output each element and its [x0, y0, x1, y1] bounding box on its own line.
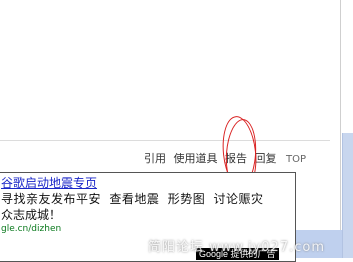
- quote-link[interactable]: 引用: [144, 150, 166, 166]
- ad-desc-item: 形势图: [167, 192, 206, 206]
- ad-desc-item: 讨论赈灾: [213, 192, 264, 206]
- ad-desc-item: 寻找亲友发布平安: [1, 192, 102, 206]
- post-divider: [0, 140, 330, 141]
- ad-desc-item: 查看地震: [109, 192, 160, 206]
- top-link[interactable]: TOP: [286, 154, 306, 165]
- watermark: 简阳论坛 www.jy027.com: [148, 240, 325, 255]
- ad-title-link[interactable]: 谷歌启动地震专页: [1, 174, 97, 191]
- scrollbar-thumb[interactable]: [342, 133, 353, 258]
- ad-url[interactable]: gle.cn/dizhen: [1, 224, 61, 234]
- reply-link[interactable]: 回复: [255, 150, 277, 166]
- ad-slogan: 众志成城！: [1, 208, 62, 222]
- scrollbar-track-edge: [340, 0, 341, 258]
- ad-description-line: 寻找亲友发布平安 查看地震 形势图 讨论赈灾: [1, 190, 268, 207]
- use-tool-link[interactable]: 使用道具: [174, 150, 218, 166]
